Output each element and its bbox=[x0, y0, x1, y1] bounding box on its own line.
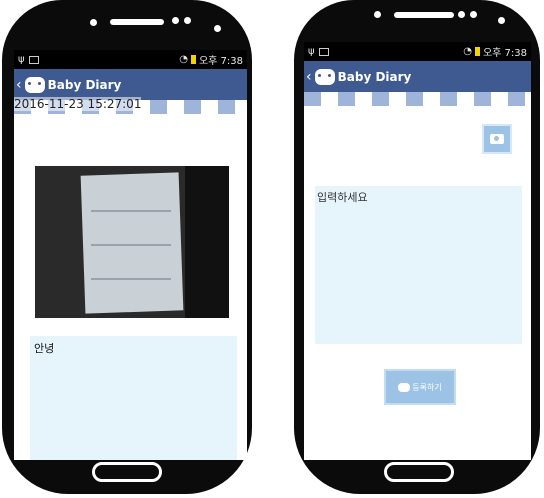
phone-frame-right: ψ ◔ 오후 7:38 ‹ Baby Diary 입력하세요 등록하기 bbox=[294, 0, 540, 494]
phone-frame-left: ψ ◔ 오후 7:38 ‹ Baby Diary 2016-11-23 15:2… bbox=[2, 0, 252, 494]
battery-icon bbox=[474, 47, 480, 56]
status-bar: ψ ◔ 오후 7:38 bbox=[304, 42, 531, 61]
app-bar: ‹ Baby Diary bbox=[304, 61, 531, 92]
screen-left: ψ ◔ 오후 7:38 ‹ Baby Diary 2016-11-23 15:2… bbox=[14, 50, 247, 460]
entry-datetime: 2016-11-23 15:27:01 bbox=[14, 97, 142, 111]
sensor-dot bbox=[184, 17, 191, 24]
sensor-dot bbox=[458, 11, 465, 18]
wifi-icon: ◔ bbox=[179, 54, 188, 65]
home-button bbox=[384, 462, 454, 482]
camera-button[interactable] bbox=[482, 124, 512, 154]
input-placeholder: 입력하세요 bbox=[317, 191, 368, 204]
sensor-dot bbox=[172, 17, 179, 24]
speaker-grille bbox=[394, 12, 454, 18]
photo-detail bbox=[91, 244, 171, 246]
speaker-grille bbox=[110, 19, 164, 25]
photo-paper bbox=[80, 172, 184, 314]
submit-button[interactable]: 등록하기 bbox=[384, 369, 456, 405]
back-chevron-icon[interactable]: ‹ bbox=[16, 78, 22, 92]
usb-icon: ψ bbox=[308, 46, 315, 57]
memo-box[interactable]: 안녕 bbox=[30, 336, 237, 460]
baby-logo-icon bbox=[314, 68, 335, 85]
back-chevron-icon[interactable]: ‹ bbox=[306, 70, 312, 84]
battery-icon bbox=[190, 55, 196, 64]
diary-input[interactable]: 입력하세요 bbox=[315, 186, 522, 344]
app-title: Baby Diary bbox=[47, 77, 122, 92]
photo-shadow bbox=[185, 166, 229, 318]
app-title: Baby Diary bbox=[337, 69, 412, 84]
app-bar: ‹ Baby Diary bbox=[14, 69, 247, 100]
memo-text: 안녕 bbox=[34, 342, 55, 355]
front-camera-dot bbox=[90, 19, 97, 26]
baby-logo-icon bbox=[24, 76, 45, 93]
camera-icon bbox=[490, 134, 504, 144]
screen-right: ψ ◔ 오후 7:38 ‹ Baby Diary 입력하세요 등록하기 bbox=[304, 42, 531, 460]
image-icon bbox=[28, 55, 39, 64]
image-icon bbox=[318, 47, 329, 56]
wifi-icon: ◔ bbox=[463, 46, 472, 57]
status-time: 오후 7:38 bbox=[198, 56, 243, 67]
photo-detail bbox=[91, 278, 171, 280]
sensor-dot bbox=[470, 11, 477, 18]
status-time: 오후 7:38 bbox=[482, 48, 527, 59]
baby-logo-icon bbox=[398, 382, 411, 392]
status-bar: ψ ◔ 오후 7:38 bbox=[14, 50, 247, 69]
home-button bbox=[92, 462, 162, 482]
photo-detail bbox=[91, 210, 171, 212]
checker-strip: 2016-11-23 15:27:01 bbox=[14, 97, 247, 114]
front-camera-dot bbox=[374, 11, 381, 18]
submit-label: 등록하기 bbox=[412, 382, 442, 392]
sensor-dot bbox=[498, 17, 505, 24]
sensor-dot bbox=[214, 25, 221, 32]
diary-photo[interactable] bbox=[35, 166, 229, 318]
checker-strip bbox=[304, 92, 531, 106]
usb-icon: ψ bbox=[18, 54, 25, 65]
